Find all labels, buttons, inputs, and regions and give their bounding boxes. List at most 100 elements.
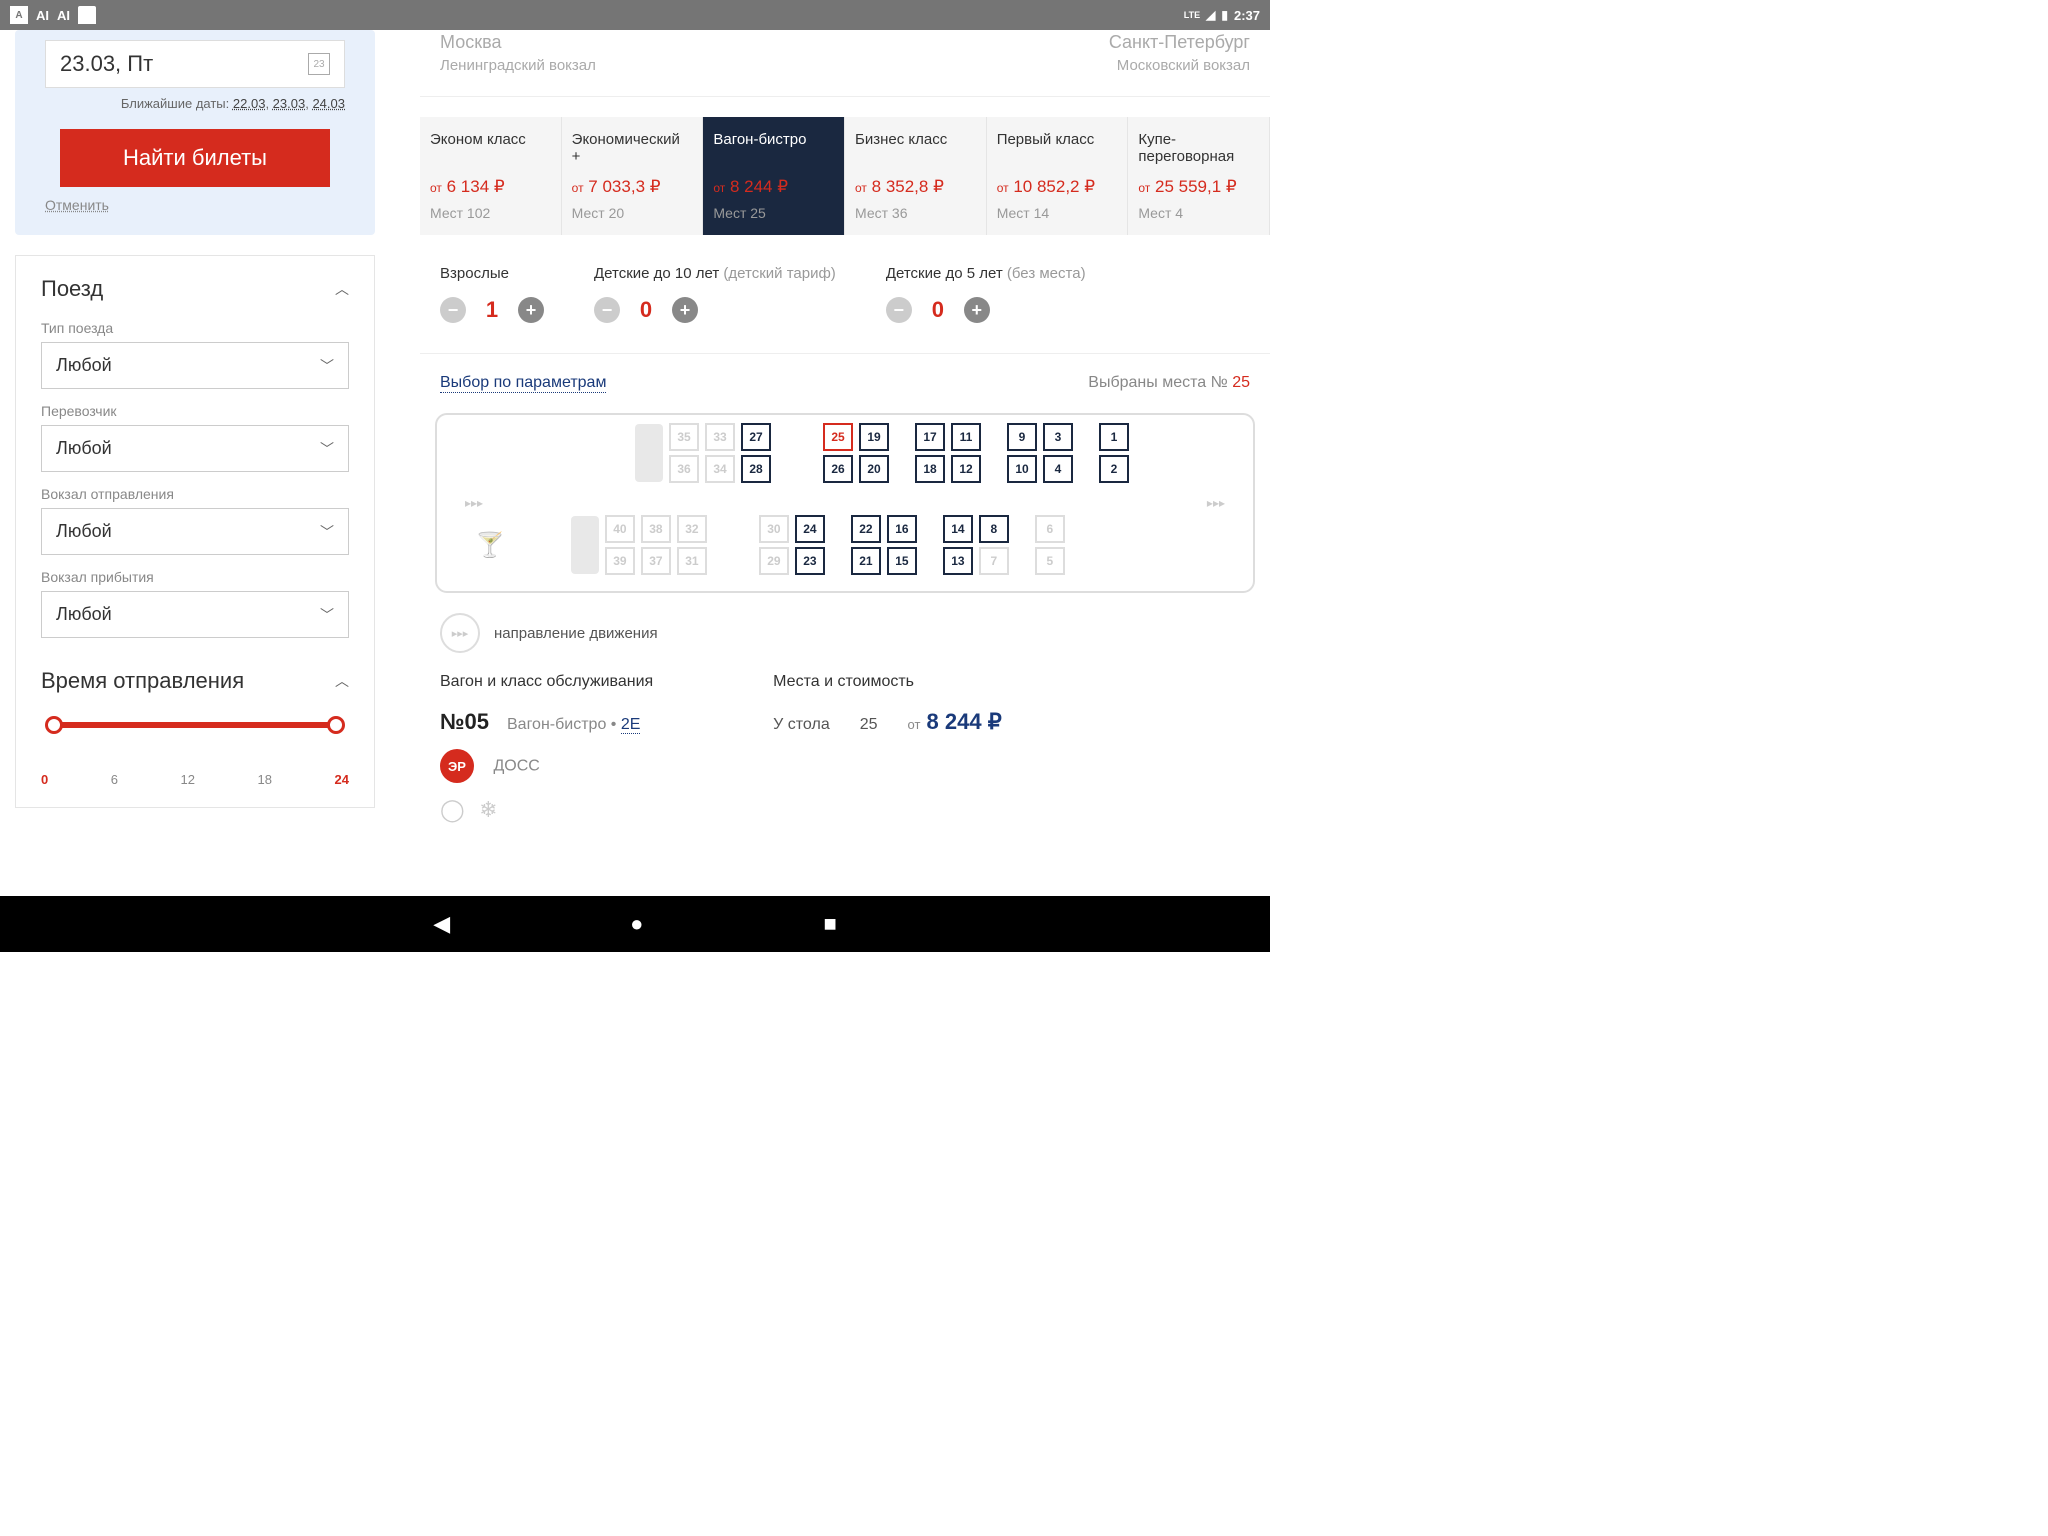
home-button[interactable]: ●	[630, 911, 643, 937]
child5-plus-button[interactable]: +	[964, 297, 990, 323]
passenger-selectors: Взрослые − 1 + Детские до 10 лет (детски…	[420, 235, 1270, 354]
time-range-slider[interactable]	[41, 712, 349, 752]
class-name: Вагон-бистро	[713, 131, 834, 167]
arrival-station-select[interactable]: Любой ﹀	[41, 591, 349, 638]
seat[interactable]: 23	[795, 547, 825, 575]
class-name: Купе-переговорная	[1138, 131, 1259, 167]
seat[interactable]: 10	[1007, 455, 1037, 483]
find-tickets-button[interactable]: Найти билеты	[60, 129, 330, 187]
search-form: 23.03, Пт 23 Ближайшие даты: 22.03, 23.0…	[15, 30, 375, 235]
class-tab[interactable]: Вагон-бистро от 8 244 ₽ Мест 25	[703, 117, 845, 235]
seat: 40	[605, 515, 635, 543]
seat[interactable]: 24	[795, 515, 825, 543]
seat[interactable]: 25	[823, 423, 853, 451]
seat[interactable]: 13	[943, 547, 973, 575]
child5-minus-button[interactable]: −	[886, 297, 912, 323]
seat[interactable]: 11	[951, 423, 981, 451]
seat[interactable]: 1	[1099, 423, 1129, 451]
seat[interactable]: 20	[859, 455, 889, 483]
slider-handle-max[interactable]	[327, 716, 345, 734]
child10-minus-button[interactable]: −	[594, 297, 620, 323]
route-header: Москва Ленинградский вокзал Санкт-Петерб…	[420, 30, 1270, 97]
nearest-label: Ближайшие даты:	[121, 96, 229, 111]
class-seats: Мест 102	[430, 205, 551, 221]
seat[interactable]: 27	[741, 423, 771, 451]
carrier-select[interactable]: Любой ﹀	[41, 425, 349, 472]
car-type-info: Вагон-бистро • 2Е	[507, 716, 640, 734]
seat[interactable]: 28	[741, 455, 771, 483]
select-value: Любой	[56, 355, 112, 376]
sd-icon	[78, 6, 96, 24]
to-city: Санкт-Петербург	[1109, 30, 1250, 55]
seat[interactable]: 18	[915, 455, 945, 483]
adults-minus-button[interactable]: −	[440, 297, 466, 323]
class-tab[interactable]: Бизнес класс от 8 352,8 ₽ Мест 36	[845, 117, 987, 235]
seat[interactable]: 15	[887, 547, 917, 575]
seat[interactable]: 19	[859, 423, 889, 451]
tick: 0	[41, 772, 48, 787]
seat[interactable]: 4	[1043, 455, 1073, 483]
service-class-link[interactable]: 2Е	[621, 716, 641, 734]
back-button[interactable]: ◀	[433, 911, 450, 937]
chevron-up-icon: ︿	[335, 279, 349, 299]
seat[interactable]: 16	[887, 515, 917, 543]
tick: 12	[181, 772, 195, 787]
seat[interactable]: 17	[915, 423, 945, 451]
class-price: от 10 852,2 ₽	[997, 177, 1118, 197]
seat[interactable]: 14	[943, 515, 973, 543]
select-value: Любой	[56, 438, 112, 459]
seat: 32	[677, 515, 707, 543]
class-name: Бизнес класс	[855, 131, 976, 167]
seat: 6	[1035, 515, 1065, 543]
class-seats: Мест 36	[855, 205, 976, 221]
train-type-select[interactable]: Любой ﹀	[41, 342, 349, 389]
seat[interactable]: 2	[1099, 455, 1129, 483]
params-row: Выбор по параметрам Выбраны места № 25	[420, 354, 1270, 413]
seat[interactable]: 3	[1043, 423, 1073, 451]
chevron-down-icon: ﹀	[320, 605, 334, 625]
seat[interactable]: 8	[979, 515, 1009, 543]
cancel-link[interactable]: Отменить	[45, 197, 109, 213]
carrier-name: ДОСС	[493, 757, 539, 774]
seat[interactable]: 21	[851, 547, 881, 575]
child5-value: 0	[928, 297, 948, 323]
seat[interactable]: 22	[851, 515, 881, 543]
child10-plus-button[interactable]: +	[672, 297, 698, 323]
section-title: Время отправления	[41, 668, 244, 694]
class-tab[interactable]: Первый класс от 10 852,2 ₽ Мест 14	[987, 117, 1129, 235]
date-link[interactable]: 23.03	[273, 96, 306, 111]
departure-time-section-toggle[interactable]: Время отправления ︿	[41, 668, 349, 694]
class-tab[interactable]: Экономический + от 7 033,3 ₽ Мест 20	[562, 117, 704, 235]
slider-handle-min[interactable]	[45, 716, 63, 734]
adults-plus-button[interactable]: +	[518, 297, 544, 323]
field-label: Перевозчик	[41, 403, 349, 419]
bistro-icon: 🍸	[475, 531, 505, 560]
seat[interactable]: 26	[823, 455, 853, 483]
field-label: Тип поезда	[41, 320, 349, 336]
class-price: от 25 559,1 ₽	[1138, 177, 1259, 197]
aisle: ▸▸▸ ▸▸▸	[445, 491, 1245, 515]
app-icon: A	[10, 6, 28, 24]
clock: 2:37	[1234, 8, 1260, 23]
seat: 34	[705, 455, 735, 483]
er-badge: ЭР	[440, 749, 474, 783]
date-link[interactable]: 24.03	[312, 96, 345, 111]
train-section-toggle[interactable]: Поезд ︿	[41, 276, 349, 302]
departure-station-select[interactable]: Любой ﹀	[41, 508, 349, 555]
select-value: Любой	[56, 521, 112, 542]
date-input[interactable]: 23.03, Пт 23	[45, 40, 345, 88]
class-tab[interactable]: Эконом класс от 6 134 ₽ Мест 102	[420, 117, 562, 235]
recents-button[interactable]: ■	[823, 911, 836, 937]
android-nav-bar: ◀ ● ■	[0, 896, 1270, 952]
child5-label: Детские до 5 лет (без места)	[886, 265, 1086, 282]
direction-label: направление движения	[494, 625, 658, 642]
chevron-up-icon: ︿	[335, 671, 349, 691]
class-name: Эконом класс	[430, 131, 551, 167]
class-tab[interactable]: Купе-переговорная от 25 559,1 ₽ Мест 4	[1128, 117, 1270, 235]
date-link[interactable]: 22.03	[233, 96, 266, 111]
seat[interactable]: 12	[951, 455, 981, 483]
seat[interactable]: 9	[1007, 423, 1037, 451]
seat: 39	[605, 547, 635, 575]
chevron-down-icon: ﹀	[320, 522, 334, 542]
params-link[interactable]: Выбор по параметрам	[440, 374, 606, 393]
